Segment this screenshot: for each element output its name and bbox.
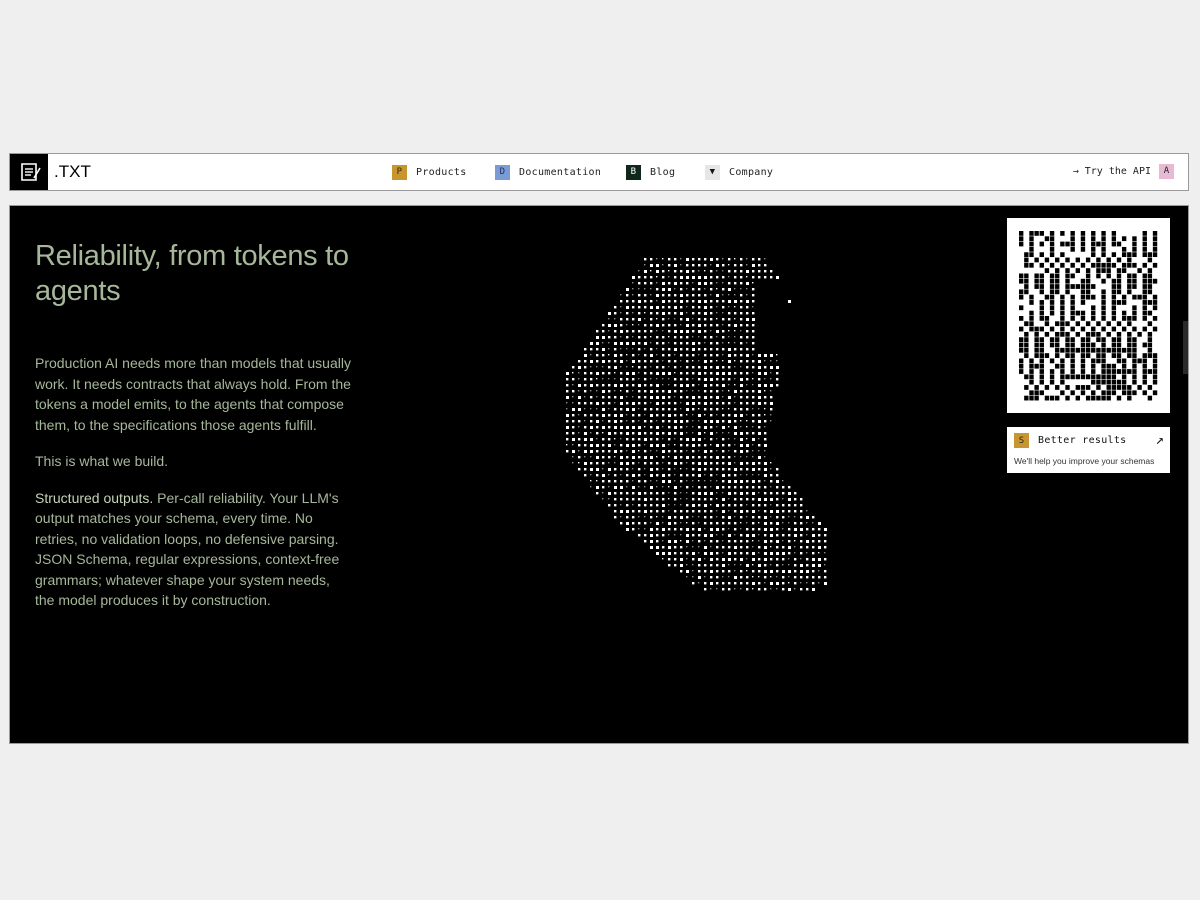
top-navigation-bar: .TXT P Products D Documentation B Blog ▼…: [9, 153, 1189, 191]
nav-blog[interactable]: B Blog: [626, 164, 675, 180]
nav-label-blog: Blog: [650, 166, 676, 178]
try-api-label: → Try the API: [1072, 166, 1151, 177]
dotted-map-illustration: [550, 254, 850, 604]
nav-products[interactable]: P Products: [392, 164, 467, 180]
hero-body: Production AI needs more than models tha…: [35, 353, 353, 627]
nav-label-products: Products: [416, 166, 467, 178]
nav-label-documentation: Documentation: [519, 166, 602, 178]
logo-icon[interactable]: [10, 154, 48, 190]
arrow-up-right-icon: ↗: [1155, 432, 1164, 448]
tagline-paragraph: This is what we build.: [35, 453, 169, 469]
page-title: Reliability, from tokens to agents: [35, 240, 349, 308]
intro-paragraph: Production AI needs more than models tha…: [35, 355, 351, 433]
try-api-key: A: [1159, 164, 1174, 179]
nav-label-company: Company: [729, 166, 774, 178]
nav-documentation[interactable]: D Documentation: [495, 164, 601, 180]
chevron-down-icon: ▼: [705, 164, 720, 180]
brand-name[interactable]: .TXT: [54, 162, 91, 182]
try-api-button[interactable]: → Try the API A: [1073, 164, 1174, 179]
nav-key-products: P: [392, 164, 407, 180]
feature-text: Per-call reliability. Your LLM's output …: [35, 489, 340, 609]
feature-paragraph: Structured outputs. Per-call reliability…: [35, 488, 353, 611]
better-results-card[interactable]: S Better results ↗ We'll help you improv…: [1007, 427, 1170, 473]
card-title: Better results: [1038, 435, 1127, 446]
nav-key-documentation: D: [495, 164, 510, 180]
scrollbar[interactable]: [1183, 321, 1188, 374]
feature-title: Structured outputs.: [35, 489, 154, 506]
card-key: S: [1014, 433, 1029, 448]
hero-section: Reliability, from tokens to agents Produ…: [9, 205, 1189, 744]
pattern-card[interactable]: [1007, 218, 1170, 413]
nav-key-blog: B: [626, 164, 641, 180]
card-subtitle: We'll help you improve your schemas: [1014, 456, 1155, 466]
nav-company[interactable]: ▼ Company: [705, 164, 773, 180]
